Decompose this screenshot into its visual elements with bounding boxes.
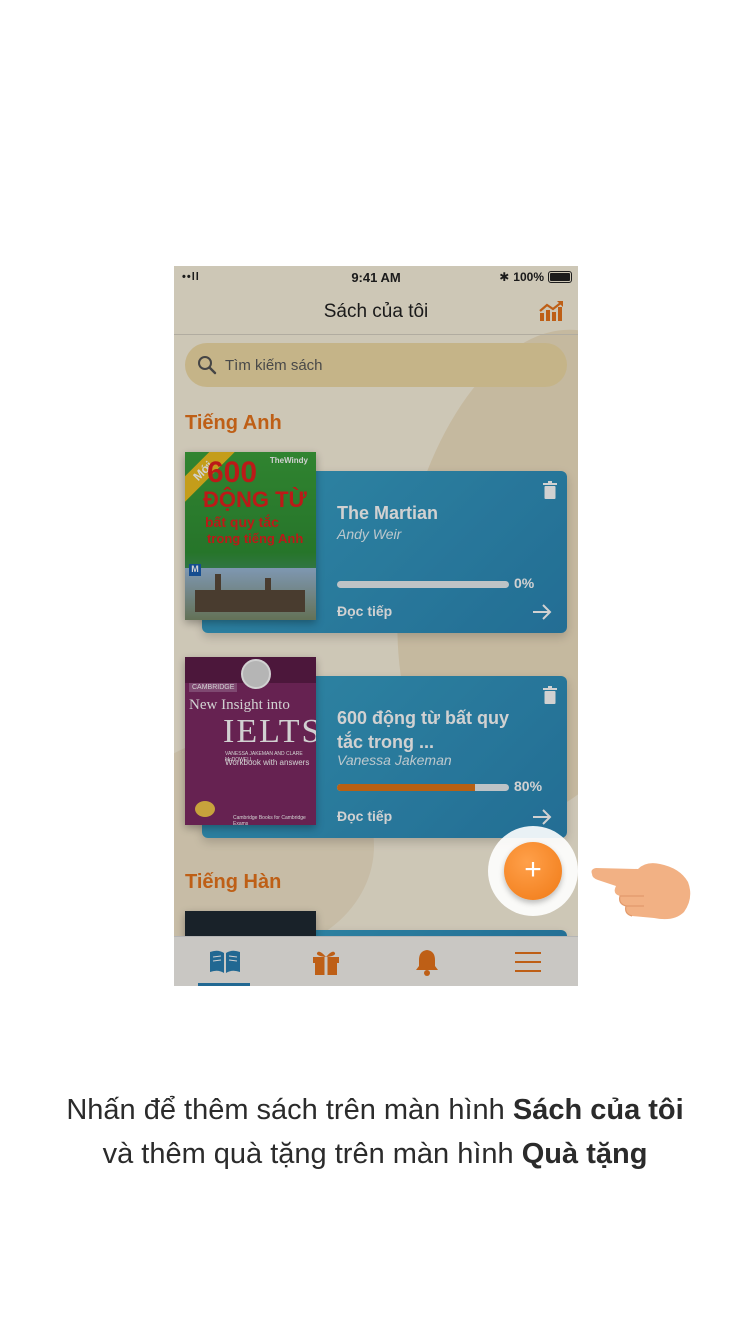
active-tab-indicator (198, 983, 250, 986)
menu-icon (514, 952, 541, 972)
caption-emphasis: Quà tặng (521, 1138, 648, 1170)
caption-text: và thêm quà tặng trên màn hình (102, 1138, 522, 1170)
caption-emphasis: Sách của tôi (512, 1094, 684, 1126)
tab-books[interactable] (174, 937, 275, 986)
battery-percent: 100% (513, 270, 544, 284)
book-cover[interactable]: Mới TheWindy 600 ĐỘNG TỪ bất quy tắc tro… (185, 452, 316, 620)
caption-line-1: Nhấn để thêm sách trên màn hình Sách của… (0, 1088, 750, 1132)
cd-icon (241, 659, 271, 689)
publisher-badge: M (189, 564, 201, 576)
cover-footer: Cambridge Books for Cambridge Exams (233, 815, 306, 825)
caption-text: Nhấn để thêm sách trên màn hình (66, 1094, 513, 1126)
arrow-right-icon[interactable] (532, 603, 552, 621)
trash-icon[interactable] (542, 481, 558, 499)
progress-fill (337, 784, 475, 791)
tab-bar (174, 936, 578, 986)
search-input[interactable]: Tìm kiếm sách (225, 357, 323, 374)
book-icon (209, 950, 240, 973)
section-title-english: Tiếng Anh (185, 412, 282, 434)
status-right: ✱ 100% (499, 270, 572, 284)
status-bar: ••ll 9:41 AM ✱ 100% (174, 266, 578, 288)
book-author: Andy Weir (337, 526, 402, 542)
cover-subtitle: trong tiếng Anh (207, 531, 304, 546)
publisher-logo: CAMBRIDGE (189, 683, 238, 692)
continue-reading-label[interactable]: Đọc tiếp (337, 808, 392, 824)
caption-line-2: và thêm quà tặng trên màn hình Quà tặng (0, 1132, 750, 1176)
progress-percent: 0% (514, 575, 535, 591)
bluetooth-icon: ✱ (499, 270, 510, 284)
page-title: Sách của tôi (323, 301, 429, 322)
cover-subtitle: Workbook with answers (225, 758, 310, 767)
eye-logo (195, 801, 215, 817)
tab-menu[interactable] (477, 937, 578, 986)
pointing-hand-icon (591, 863, 691, 920)
search-bar[interactable]: Tìm kiếm sách (185, 343, 567, 387)
cover-number: 600 (207, 456, 258, 489)
trash-icon[interactable] (542, 686, 558, 704)
tab-gifts[interactable] (275, 937, 376, 986)
bell-icon (415, 950, 438, 976)
arrow-right-icon[interactable] (532, 808, 552, 826)
instruction-caption: Nhấn để thêm sách trên màn hình Sách của… (0, 1088, 750, 1176)
cover-image (185, 568, 316, 620)
cover-subtitle: bất quy tắc (205, 514, 279, 530)
publisher-logo: TheWindy (269, 456, 308, 465)
phone-screen: ••ll 9:41 AM ✱ 100% Sách của tôi Tìm kiế… (174, 266, 578, 986)
book-title: The Martian (337, 503, 439, 523)
section-title-korean: Tiếng Hàn (185, 871, 282, 893)
book-author: Vanessa Jakeman (337, 752, 452, 768)
book-title: 600 động từ bất quy tắc trong ... (337, 708, 510, 752)
battery-icon (548, 271, 572, 283)
add-book-button[interactable]: + (504, 842, 562, 900)
progress-percent: 80% (514, 778, 543, 794)
reading-progress (337, 784, 509, 791)
continue-reading-label[interactable]: Đọc tiếp (337, 603, 392, 619)
tab-notifications[interactable] (376, 937, 477, 986)
nav-bar: Sách của tôi (174, 288, 578, 335)
reading-progress (337, 581, 509, 588)
cover-title: IELTS (223, 713, 316, 750)
cover-title: ĐỘNG TỪ (203, 487, 307, 512)
search-icon (198, 356, 217, 375)
gift-icon (312, 951, 339, 975)
statistics-icon[interactable] (538, 300, 564, 322)
cover-title: New Insight into (189, 697, 290, 713)
book-cover[interactable]: CAMBRIDGE New Insight into IELTS VANESSA… (185, 657, 316, 825)
